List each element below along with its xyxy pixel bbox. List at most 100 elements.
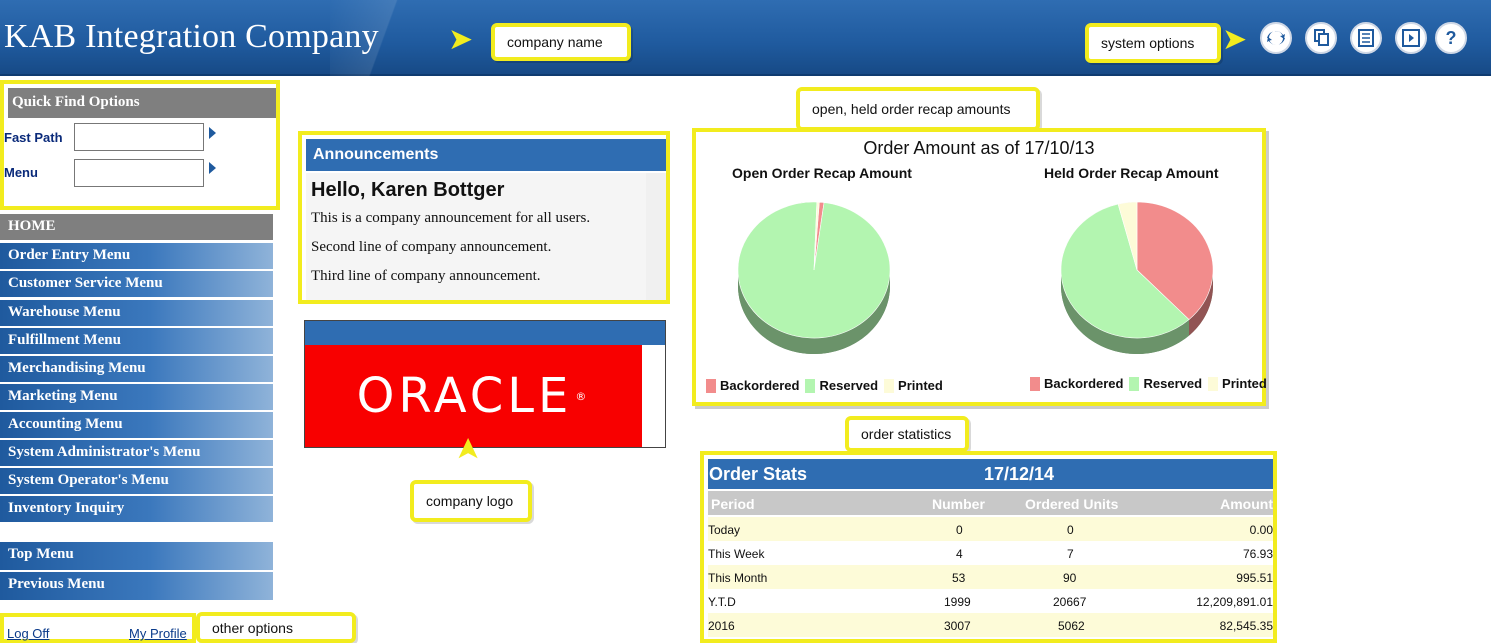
open-legend: Backordered Reserved Printed [706, 378, 943, 393]
menu-item[interactable]: Customer Service Menu [0, 271, 273, 298]
callout-company-name: company name [491, 23, 631, 61]
company-logo-panel: ORACLE ® [304, 320, 666, 448]
my-profile-link[interactable]: My Profile [129, 626, 187, 641]
company-name: KAB Integration Company [4, 18, 379, 55]
col-number: Number [932, 496, 985, 512]
menu-item[interactable]: Inventory Inquiry [0, 496, 273, 523]
legend-label: Reserved [1143, 376, 1203, 391]
menu-go-icon[interactable] [209, 162, 216, 174]
menu-item[interactable]: System Operator's Menu [0, 468, 273, 495]
col-ordered-units: Ordered Units [1025, 496, 1119, 512]
quick-find-panel: Quick Find Options Fast Path Menu [0, 80, 280, 210]
table-row: This Month 53 90 995.51 [708, 565, 1273, 589]
cell-units: 5062 [1058, 619, 1085, 633]
open-order-pie [737, 201, 891, 354]
cell-units: 90 [1063, 571, 1077, 585]
cell-units: 0 [1067, 523, 1074, 537]
arrow-left-icon: ➤ [448, 23, 474, 56]
cell-period: This Month [708, 571, 768, 585]
legend-swatch [706, 378, 716, 393]
cell-amount: 12,209,891.01 [1196, 595, 1273, 609]
table-row: Today 0 0 0.00 [708, 517, 1273, 541]
fast-path-input[interactable] [74, 123, 204, 151]
order-stats-date: 17/12/14 [984, 464, 1055, 484]
callout-other-options: other options [196, 612, 356, 643]
cell-number: 0 [956, 523, 963, 537]
announcement-line: Third line of company announcement. [311, 268, 541, 284]
log-off-link[interactable]: Log Off [7, 626, 49, 641]
cell-amount: 76.93 [1242, 547, 1273, 561]
copy-icon[interactable] [1305, 22, 1337, 54]
legend-swatch [884, 378, 895, 393]
order-amount-chart: Order Amount as of 17/10/13 Open Order R… [692, 128, 1267, 406]
legend-swatch [1208, 376, 1219, 391]
menu-item[interactable]: System Administrator's Menu [0, 440, 273, 467]
announcement-greeting: Hello, Karen Bottger [311, 179, 505, 201]
cell-amount: 995.51 [1236, 571, 1273, 585]
cell-period: Today [708, 523, 741, 537]
order-stats-header: Order Stats 17/12/14 [708, 459, 1273, 489]
announcement-line: This is a company announcement for all u… [311, 210, 591, 226]
cell-amount: 0.00 [1249, 523, 1273, 537]
menu-home[interactable]: HOME [0, 214, 273, 241]
cell-number: 1999 [944, 595, 971, 609]
menu-item[interactable]: Order Entry Menu [0, 243, 273, 270]
legend-swatch [805, 378, 816, 393]
pie-charts-svg [737, 201, 1214, 355]
table-row: 2016 3007 5062 82,545.35 [708, 613, 1273, 637]
col-amount: Amount [1220, 496, 1273, 512]
legend-label: Backordered [720, 378, 800, 393]
legend-label: Backordered [1044, 376, 1124, 391]
report-icon[interactable] [1350, 22, 1382, 54]
menu-item[interactable]: Marketing Menu [0, 384, 273, 411]
legend-label: Printed [1222, 376, 1267, 391]
menu-item[interactable]: Fulfillment Menu [0, 328, 273, 355]
bottom-links: Log Off My Profile [0, 613, 196, 643]
menu-item[interactable]: Warehouse Menu [0, 300, 273, 327]
cell-units: 7 [1067, 547, 1074, 561]
menu-item[interactable]: Merchandising Menu [0, 356, 273, 383]
menu-top[interactable]: Top Menu [0, 542, 273, 571]
company-logo: ORACLE ® [305, 345, 642, 447]
refresh-icon[interactable] [1260, 22, 1292, 54]
order-stats-panel: Order Stats 17/12/14 Period Number Order… [700, 451, 1277, 643]
table-row: Y.T.D 1999 20667 12,209,891.01 [708, 589, 1273, 613]
menu-previous[interactable]: Previous Menu [0, 572, 273, 601]
announcements-panel: Announcements Hello, Karen Bottger This … [298, 131, 670, 304]
order-stats-title: Order Stats [709, 464, 808, 484]
cell-period: This Week [708, 547, 765, 561]
callout-system-options: system options [1085, 23, 1221, 63]
announcements-title: Announcements [306, 139, 666, 171]
callout-company-logo: company logo [410, 480, 532, 522]
held-order-pie [1060, 201, 1214, 355]
held-legend: Backordered Reserved Printed [1030, 376, 1267, 391]
logo-header-bar [305, 321, 665, 345]
cell-number: 3007 [944, 619, 971, 633]
legend-label: Reserved [819, 378, 879, 393]
logout-icon[interactable] [1395, 22, 1427, 54]
legend-label: Printed [898, 378, 943, 393]
fast-path-go-icon[interactable] [209, 127, 216, 139]
cell-period: 2016 [708, 619, 735, 633]
menu-input[interactable] [74, 159, 204, 187]
logo-registered-mark: ® [575, 389, 591, 403]
announcements-body: Hello, Karen Bottger This is a company a… [306, 173, 666, 300]
quick-find-title: Quick Find Options [8, 88, 276, 118]
cell-number: 53 [952, 571, 966, 585]
menu-label: Menu [4, 165, 38, 180]
announcement-line: Second line of company announcement. [311, 239, 552, 255]
logo-text: ORACLE [356, 368, 573, 424]
order-stats-columns: Period Number Ordered Units Amount [708, 491, 1273, 515]
arrow-up-icon: ➤ [451, 436, 485, 462]
menu-item[interactable]: Accounting Menu [0, 412, 273, 439]
col-period: Period [711, 496, 755, 512]
cell-period: Y.T.D [708, 595, 736, 609]
fast-path-label: Fast Path [4, 130, 63, 145]
table-row: This Week 4 7 76.93 [708, 541, 1273, 565]
legend-swatch [1030, 376, 1040, 391]
legend-swatch [1129, 376, 1140, 391]
cell-units: 20667 [1053, 595, 1087, 609]
help-icon[interactable]: ? [1435, 22, 1467, 54]
callout-recap: open, held order recap amounts [796, 87, 1040, 131]
cell-amount: 82,545.35 [1219, 619, 1273, 633]
